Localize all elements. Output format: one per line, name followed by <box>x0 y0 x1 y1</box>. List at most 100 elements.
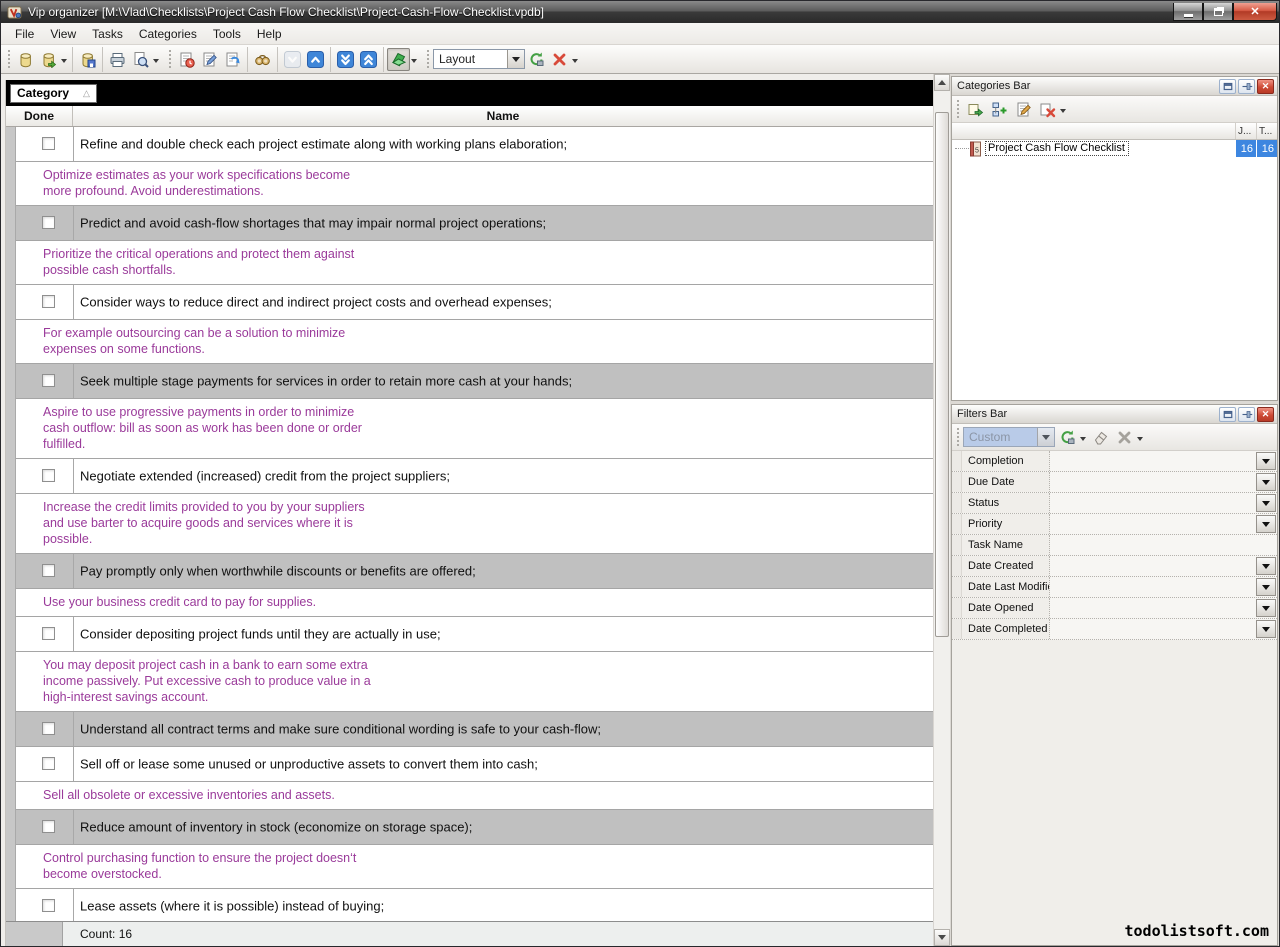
save-database-button[interactable] <box>76 48 99 71</box>
erase-filter-button[interactable] <box>1088 426 1112 448</box>
filter-value-field[interactable] <box>1050 556 1256 576</box>
open-database-button[interactable] <box>37 48 60 71</box>
delete-red-button[interactable] <box>548 48 571 71</box>
task-checkbox[interactable] <box>42 295 55 308</box>
note-row[interactable]: Aspire to use progressive payments in or… <box>6 399 933 459</box>
note-row[interactable]: Control purchasing function to ensure th… <box>6 845 933 889</box>
filter-dropdown-button[interactable] <box>1256 557 1276 575</box>
task-checkbox[interactable] <box>42 216 55 229</box>
vertical-scrollbar[interactable] <box>933 74 950 946</box>
task-row[interactable]: Consider ways to reduce direct and indir… <box>6 285 933 320</box>
column-header-name[interactable]: Name <box>73 106 933 126</box>
task-row[interactable]: Lease assets (where it is possible) inst… <box>6 889 933 921</box>
task-row[interactable]: Consider depositing project funds until … <box>6 617 933 652</box>
filter-dropdown-button[interactable] <box>1256 473 1276 491</box>
menu-tasks[interactable]: Tasks <box>84 24 131 44</box>
move-bottom-button[interactable] <box>334 48 357 71</box>
filter-dropdown-button[interactable] <box>1256 599 1276 617</box>
dropdown-caret-icon[interactable] <box>572 59 578 66</box>
delete-task-button[interactable] <box>221 48 244 71</box>
task-row[interactable]: Refine and double check each project est… <box>6 127 933 162</box>
task-checkbox[interactable] <box>42 899 55 912</box>
filter-value-field[interactable] <box>1050 598 1256 618</box>
filter-dropdown-button[interactable] <box>1256 494 1276 512</box>
count-column-header[interactable]: T... <box>1256 123 1277 139</box>
dropdown-caret-icon[interactable] <box>1080 437 1086 444</box>
menu-view[interactable]: View <box>42 24 84 44</box>
note-row[interactable]: Optimize estimates as your work specific… <box>6 162 933 206</box>
filter-dropdown-button[interactable] <box>1256 452 1276 470</box>
filter-value-field[interactable] <box>1050 472 1256 492</box>
new-database-button[interactable] <box>14 48 37 71</box>
dropdown-caret-icon[interactable] <box>411 59 417 66</box>
category-delete-button[interactable] <box>1035 98 1059 120</box>
category-sub-new-button[interactable] <box>987 98 1011 120</box>
custom-filter-combobox[interactable]: Custom <box>963 427 1055 447</box>
column-header-done[interactable]: Done <box>6 106 73 126</box>
task-checkbox[interactable] <box>42 722 55 735</box>
task-checkbox[interactable] <box>42 374 55 387</box>
filter-value-field[interactable] <box>1050 514 1256 534</box>
restore-button[interactable] <box>1203 3 1233 21</box>
filter-value-field[interactable] <box>1050 619 1256 639</box>
dropdown-caret-icon[interactable] <box>61 59 67 66</box>
menu-tools[interactable]: Tools <box>205 24 249 44</box>
layout-view-button[interactable] <box>387 48 410 71</box>
category-edit-button[interactable] <box>1011 98 1035 120</box>
move-top-button[interactable] <box>357 48 380 71</box>
task-row[interactable]: Sell off or lease some unused or unprodu… <box>6 747 933 782</box>
task-checkbox[interactable] <box>42 820 55 833</box>
layout-combobox-dropdown-button[interactable] <box>507 50 524 68</box>
category-item-label[interactable]: Project Cash Flow Checklist <box>985 141 1129 156</box>
menu-categories[interactable]: Categories <box>131 24 205 44</box>
group-by-category-button[interactable]: Category △ <box>10 84 97 103</box>
task-row[interactable]: Seek multiple stage payments for service… <box>6 364 933 399</box>
apply-filter-button[interactable] <box>1055 426 1079 448</box>
note-row[interactable]: Sell all obsolete or excessive inventori… <box>6 782 933 810</box>
task-checkbox[interactable] <box>42 469 55 482</box>
filters-restore-button[interactable] <box>1219 407 1236 422</box>
toolbar-drag-handle[interactable] <box>169 50 171 68</box>
toolbar-drag-handle[interactable] <box>8 50 10 68</box>
filter-value-field[interactable] <box>1050 577 1256 597</box>
move-down-button[interactable] <box>281 48 304 71</box>
find-button[interactable] <box>251 48 274 71</box>
filter-dropdown-button[interactable] <box>1256 620 1276 638</box>
layout-combobox[interactable]: Layout <box>433 49 525 69</box>
task-checkbox[interactable] <box>42 137 55 150</box>
task-row[interactable]: Predict and avoid cash-flow shortages th… <box>6 206 933 241</box>
note-row[interactable]: Increase the credit limits provided to y… <box>6 494 933 554</box>
filter-dropdown-button[interactable] <box>1256 515 1276 533</box>
filter-value-field[interactable] <box>1050 493 1256 513</box>
note-row[interactable]: Use your business credit card to pay for… <box>6 589 933 617</box>
menu-file[interactable]: File <box>7 24 42 44</box>
filter-dropdown-button[interactable] <box>1256 578 1276 596</box>
filters-close-button[interactable]: ✕ <box>1257 407 1274 422</box>
dropdown-caret-icon[interactable] <box>153 59 159 66</box>
clear-filter-button[interactable] <box>1112 426 1136 448</box>
task-checkbox[interactable] <box>42 757 55 770</box>
note-row[interactable]: For example outsourcing can be a solutio… <box>6 320 933 364</box>
print-button[interactable] <box>106 48 129 71</box>
task-row[interactable]: Understand all contract terms and make s… <box>6 712 933 747</box>
minimize-button[interactable] <box>1173 3 1203 21</box>
task-row[interactable]: Negotiate extended (increased) credit fr… <box>6 459 933 494</box>
edit-task-button[interactable] <box>198 48 221 71</box>
custom-filter-combobox-dropdown-button[interactable] <box>1037 428 1054 446</box>
task-row[interactable]: Reduce amount of inventory in stock (eco… <box>6 810 933 845</box>
toolbar-drag-handle[interactable] <box>427 50 429 68</box>
apply-layout-button[interactable] <box>525 48 548 71</box>
category-new-button[interactable] <box>963 98 987 120</box>
move-up-button[interactable] <box>304 48 327 71</box>
toolbar-drag-handle[interactable] <box>957 100 959 118</box>
scroll-down-button[interactable] <box>934 929 950 946</box>
dropdown-caret-icon[interactable] <box>1137 437 1143 444</box>
scrollbar-thumb[interactable] <box>935 112 949 637</box>
categories-close-button[interactable]: ✕ <box>1257 79 1274 94</box>
task-row[interactable]: Pay promptly only when worthwhile discou… <box>6 554 933 589</box>
note-row[interactable]: Prioritize the critical operations and p… <box>6 241 933 285</box>
print-preview-button[interactable] <box>129 48 152 71</box>
menu-help[interactable]: Help <box>249 24 290 44</box>
categories-pin-button[interactable] <box>1238 79 1255 94</box>
note-row[interactable]: You may deposit project cash in a bank t… <box>6 652 933 712</box>
